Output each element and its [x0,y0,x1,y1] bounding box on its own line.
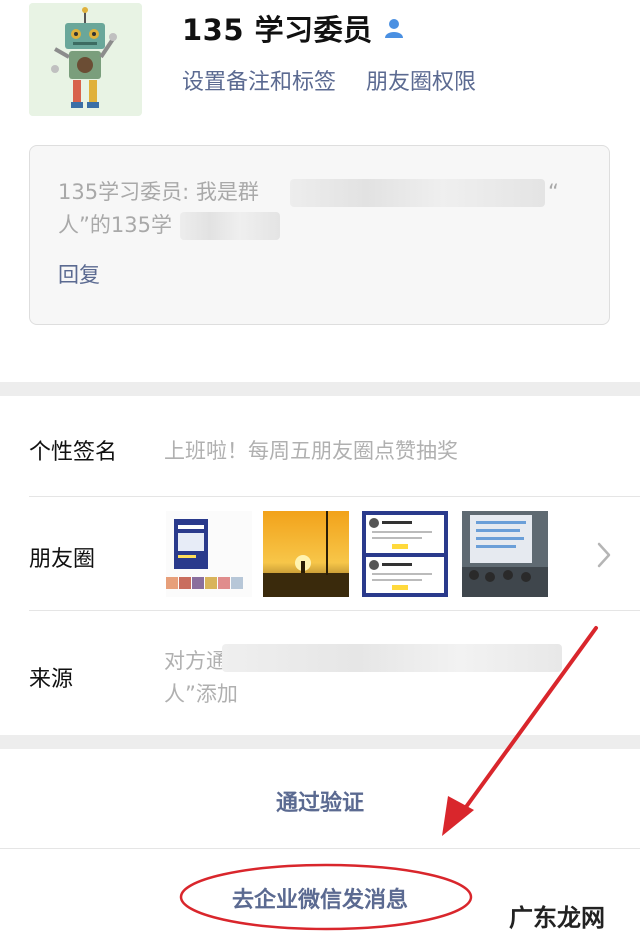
moments-thumbnail[interactable] [362,511,448,597]
message-line1-end: “ [548,180,559,204]
message-line2-visible: 人”的135学 [58,213,172,237]
message-line1-visible: 135学习委员: 我是群 [58,180,259,204]
moments-thumbnail[interactable] [263,511,349,597]
arrow-shaft [456,626,598,820]
classroom-photo-icon [462,511,548,597]
watermark: 广东龙网 [505,896,609,935]
robot-avatar-icon [29,3,142,116]
remark-tags-link[interactable]: 设置备注和标签 [182,64,336,96]
profile-name: 135 学习委员 [182,13,373,47]
highlight-ellipse [179,863,473,931]
moments-label: 朋友圈 [29,547,96,572]
person-icon [384,19,403,38]
moments-row[interactable]: 朋友圈 [0,497,640,610]
avatar[interactable] [29,3,142,116]
greeting-message-card: 135学习委员: 我是群 人”的135学 “ 回复 [29,145,610,325]
blurred-text [180,212,280,240]
moments-thumbnail[interactable] [166,511,252,597]
chat-card-image-icon [362,511,448,597]
chevron-right-icon [597,542,611,568]
profile-name-row: 135 学习委员 [182,8,405,48]
section-separator [0,382,640,396]
moments-permission-link[interactable]: 朋友圈权限 [366,64,476,96]
moments-thumbnail[interactable] [462,511,548,597]
signature-label: 个性签名 [29,440,118,465]
profile-links: 设置备注和标签 朋友圈权限 [182,64,476,96]
sunset-photo-icon [263,511,349,597]
reply-link[interactable]: 回复 [58,259,100,289]
signature-value: 上班啦！每周五朋友圈点赞抽奖 [164,439,458,463]
poster-image-icon [166,511,252,597]
blurred-text [290,179,545,207]
